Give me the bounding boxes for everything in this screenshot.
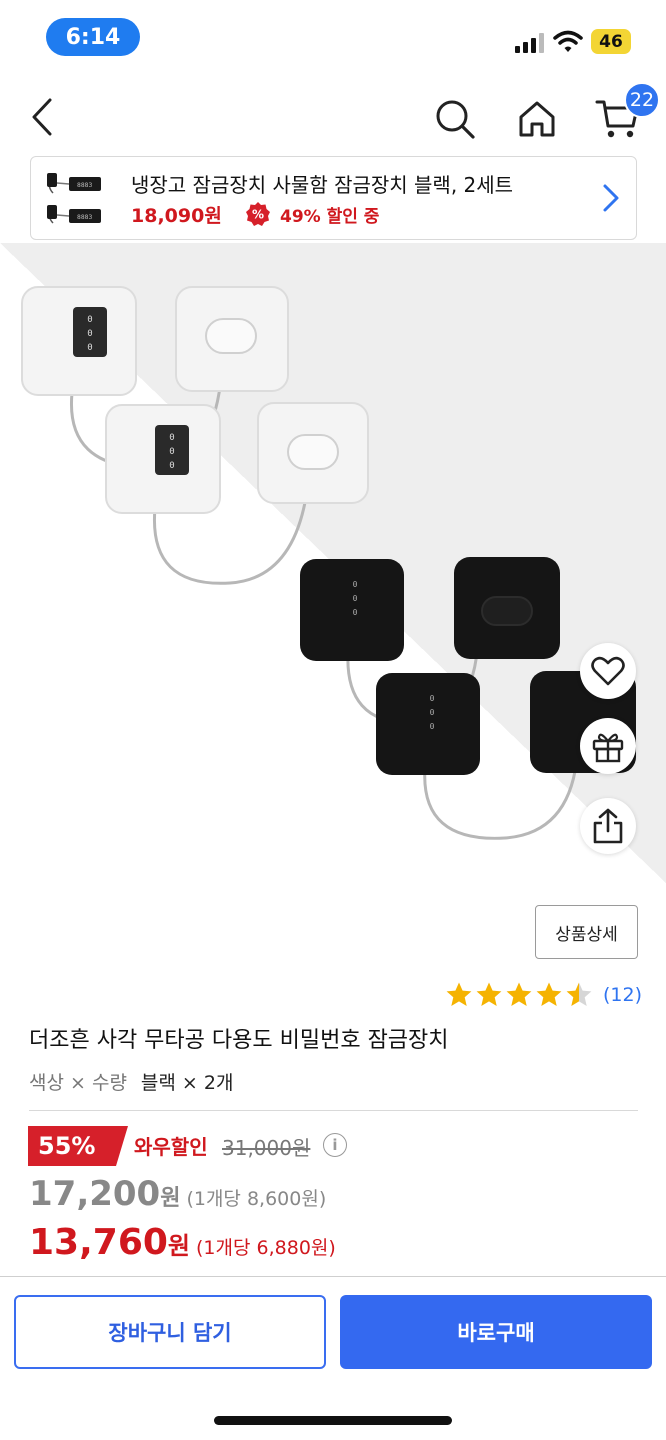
wow-unit-price: (1개당 6,880원) — [196, 1237, 336, 1259]
search-icon — [436, 100, 475, 139]
banner-discount-text: 49% 할인 중 — [280, 207, 380, 227]
svg-text:0: 0 — [353, 580, 358, 589]
wishlist-button[interactable] — [580, 643, 636, 699]
svg-text:0: 0 — [353, 608, 358, 617]
gift-button[interactable] — [580, 718, 636, 774]
home-indicator[interactable] — [214, 1416, 452, 1425]
svg-text:0: 0 — [353, 594, 358, 603]
cart-count-badge: 22 — [624, 82, 660, 118]
product-image[interactable]: 0 0 0 0 0 0 0 0 0 0 0 0 — [0, 243, 666, 883]
svg-text:0: 0 — [87, 315, 92, 325]
svg-text:0: 0 — [430, 722, 435, 731]
original-price: 31,000원 — [222, 1136, 311, 1160]
lock-product-photo: 0 0 0 0 0 0 0 0 0 0 0 0 — [0, 243, 666, 883]
star-rating-icon — [446, 982, 592, 1006]
svg-text:8883: 8883 — [77, 214, 92, 221]
svg-text:0: 0 — [169, 433, 174, 443]
banner-price: 18,090원 — [131, 205, 222, 227]
option-label: 색상 × 수량 — [29, 1072, 127, 1094]
sale-price-currency: 원 — [160, 1186, 181, 1211]
svg-text:0: 0 — [430, 708, 435, 717]
info-icon[interactable]: i — [323, 1133, 347, 1157]
product-title: 더조흔 사각 무타공 다용도 비밀번호 잠금장치 — [29, 1028, 449, 1053]
buy-now-button[interactable]: 바로구매 — [340, 1295, 652, 1369]
banner-product-title: 냉장고 잠금장치 사물함 잠금장치 블랙, 2세트 — [131, 173, 514, 197]
back-button[interactable] — [20, 90, 64, 144]
rating-count: (12) — [603, 984, 643, 1006]
wow-price: 13,760원 (1개당 6,880원) — [29, 1222, 336, 1263]
svg-text:0: 0 — [87, 329, 92, 339]
wow-price-amount: 13,760 — [29, 1222, 168, 1263]
share-button[interactable] — [580, 798, 636, 854]
cellular-signal-icon — [515, 33, 545, 53]
wow-discount-label: 와우할인 — [134, 1135, 208, 1159]
gift-icon — [592, 733, 624, 763]
sale-unit-price: (1개당 8,600원) — [186, 1188, 327, 1210]
status-bar: 6:14 46 — [0, 0, 666, 74]
add-to-cart-button[interactable]: 장바구니 담기 — [14, 1295, 326, 1369]
nav-bar — [0, 74, 666, 158]
svg-text:%: % — [252, 208, 264, 222]
product-detail-button[interactable]: 상품상세 — [535, 905, 638, 959]
status-time: 6:14 — [46, 18, 140, 56]
search-button[interactable] — [430, 94, 480, 144]
divider — [29, 1110, 638, 1111]
home-button[interactable] — [512, 94, 562, 144]
option-value: 블랙 × 2개 — [140, 1072, 234, 1094]
wifi-icon — [553, 30, 583, 52]
sale-price-amount: 17,200 — [29, 1174, 161, 1214]
chevron-right-icon — [603, 184, 619, 212]
banner-product-thumbnail: 8883 8883 — [47, 173, 101, 224]
svg-text:0: 0 — [169, 447, 174, 457]
battery-indicator: 46 — [591, 29, 631, 54]
product-rating[interactable]: (12) — [445, 978, 642, 1012]
option-product-banner[interactable]: 8883 8883 냉장고 잠금장치 사물함 잠금장치 블랙, 2세트 18,0… — [30, 156, 637, 240]
wow-price-currency: 원 — [167, 1232, 191, 1260]
selected-option[interactable]: 색상 × 수량 블랙 × 2개 — [29, 1068, 233, 1095]
sale-price: 17,200원 (1개당 8,600원) — [29, 1174, 326, 1214]
svg-text:0: 0 — [169, 461, 174, 471]
heart-icon — [591, 656, 625, 686]
back-icon — [32, 98, 52, 136]
share-icon — [593, 808, 623, 844]
svg-text:8883: 8883 — [77, 182, 92, 189]
svg-text:0: 0 — [87, 343, 92, 353]
percent-icon: % — [246, 202, 270, 226]
home-icon — [519, 101, 555, 137]
discount-rate-badge: 55% — [28, 1126, 128, 1166]
svg-text:0: 0 — [430, 694, 435, 703]
